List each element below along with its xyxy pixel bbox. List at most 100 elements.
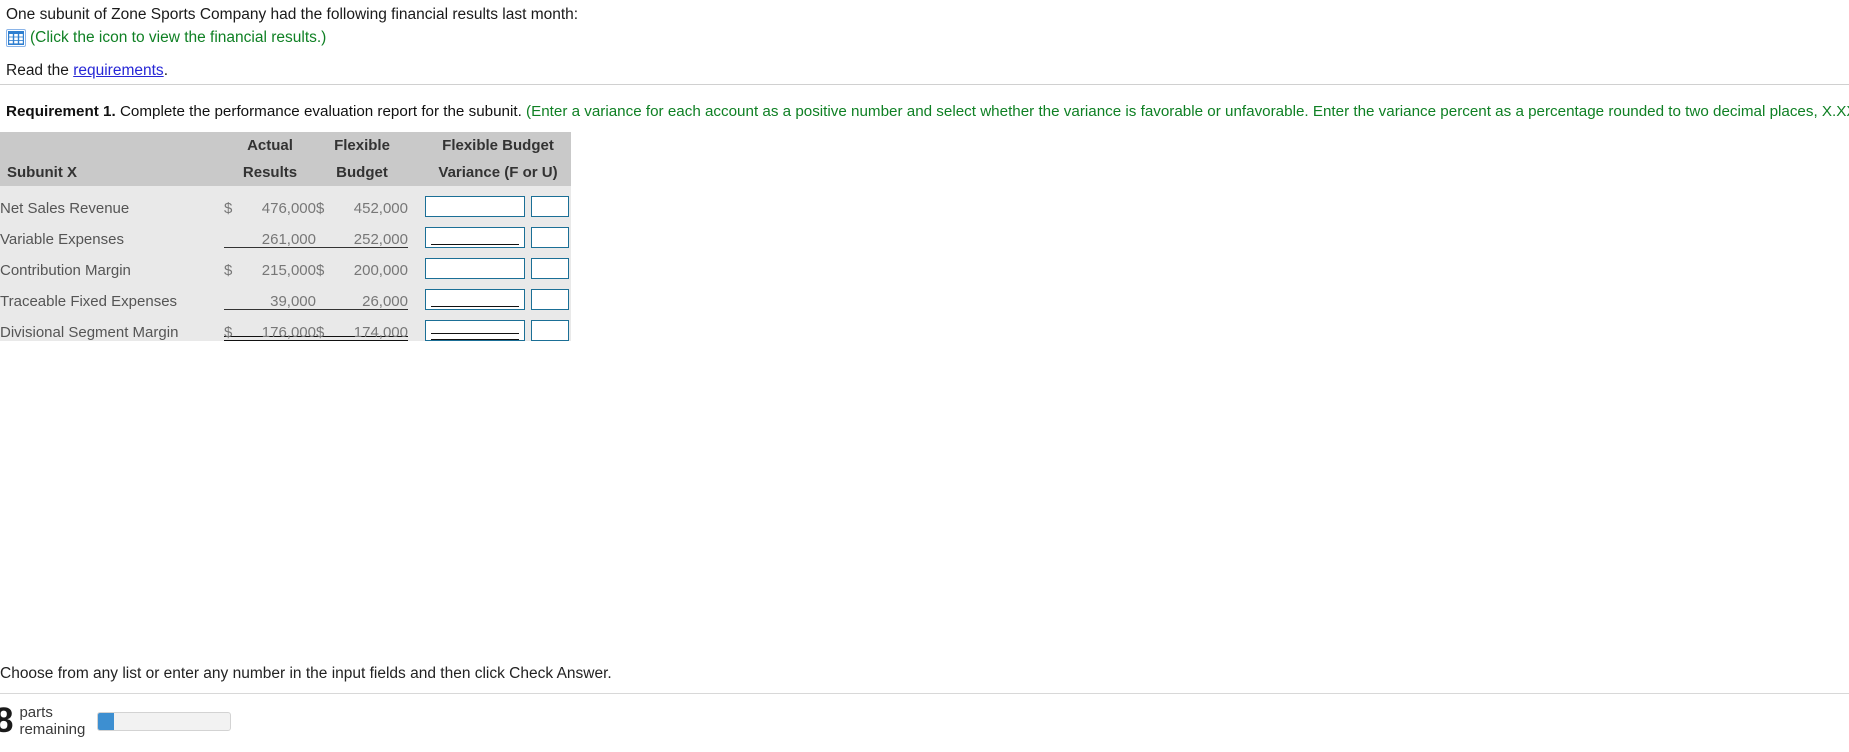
fu-select-cell [531,186,571,217]
variance-input-holder [425,289,525,310]
row-label: Net Sales Revenue [0,186,224,217]
progress-bar-track [97,711,232,731]
variance-input-holder [425,258,525,279]
requirement-statement: Complete the performance evaluation repo… [115,103,527,120]
variance-input-cell [425,248,525,279]
variance-input-holder [425,320,525,341]
spreadsheet-grid-icon[interactable] [6,29,26,47]
header-variance-top: Flexible Budget [425,132,571,159]
intro-block: One subunit of Zone Sports Company had t… [0,0,1849,81]
requirement-hint: (Enter a variance for each account as a … [526,103,1849,120]
flexible-budget-value: 452,000 [338,186,408,217]
header-blank-topleft [0,132,224,159]
budget-currency-symbol: $ [316,310,338,341]
bottom-toolbar: 8 parts remaining Clear All Check Answer [0,694,1849,752]
variance-amount-input[interactable] [425,258,525,279]
requirements-link[interactable]: requirements [73,62,163,79]
icon-instruction-text: (Click the icon to view the financial re… [30,29,327,46]
header-row-top: Actual Flexible Flexible Budget [0,132,571,159]
top-divider [0,84,1849,85]
budget-currency-symbol [316,217,338,248]
table-row: Contribution Margin $215,000 $200,000 [0,248,571,279]
actual-currency-symbol [224,279,246,310]
header-gap-top [408,132,425,159]
variance-input-cell [425,186,525,217]
actual-results-value: 176,000 [246,310,316,341]
favorable-unfavorable-input[interactable] [531,289,569,310]
table-row: Divisional Segment Margin $176,000 $174,00… [0,310,571,341]
column-spacer [408,279,425,310]
row-label: Variable Expenses [0,217,224,248]
column-spacer [408,310,425,341]
budget-currency-symbol [316,279,338,310]
header-actual-top: Actual [224,132,316,159]
parts-remaining-label: parts remaining [19,704,85,738]
header-results: Results [224,159,316,186]
favorable-unfavorable-input[interactable] [531,196,569,217]
row-label: Traceable Fixed Expenses [0,279,224,310]
read-prefix: Read the [6,62,74,79]
variance-amount-input[interactable] [425,196,525,217]
requirement-label: Requirement 1. [6,103,116,120]
performance-report-table-wrapper: Actual Flexible Flexible Budget Subunit … [0,132,571,341]
row-label: Divisional Segment Margin [0,310,224,341]
column-spacer [408,217,425,248]
actual-currency-symbol: $ [224,248,246,279]
progress-bar-fill [98,712,115,730]
table-head: Actual Flexible Flexible Budget Subunit … [0,132,571,186]
read-suffix: . [163,62,168,79]
favorable-unfavorable-input[interactable] [531,258,569,279]
actual-currency-symbol: $ [224,310,246,341]
header-gap-bottom [408,159,425,186]
table-body: Net Sales Revenue $476,000 $452,000 Variabl… [0,186,571,341]
favorable-unfavorable-input[interactable] [531,320,569,341]
row-label: Contribution Margin [0,248,224,279]
header-variance-fu: Variance (F or U) [425,159,571,186]
actual-currency-symbol: $ [224,186,246,217]
read-requirements-line: Read the requirements. [0,60,1849,81]
fu-select-cell [531,248,571,279]
page-root: One subunit of Zone Sports Company had t… [0,0,1849,752]
header-flexible-top: Flexible [316,132,408,159]
flexible-budget-value: 26,000 [338,279,408,310]
table-row: Traceable Fixed Expenses 39,000 26,000 [0,279,571,310]
total-double-rule [431,333,519,340]
performance-evaluation-table: Actual Flexible Flexible Budget Subunit … [0,132,571,341]
actual-results-value: 215,000 [246,248,316,279]
table-row: Net Sales Revenue $476,000 $452,000 [0,186,571,217]
footer-instruction: Choose from any list or enter any number… [0,665,612,682]
flexible-budget-value: 174,000 [338,310,408,341]
actual-results-value: 261,000 [246,217,316,248]
variance-input-cell [425,217,525,248]
table-row: Variable Expenses 261,000 252,000 [0,217,571,248]
variance-input-cell [425,279,525,310]
actual-results-value: 476,000 [246,186,316,217]
column-spacer [408,248,425,279]
financial-results-icon-row: (Click the icon to view the financial re… [0,27,1849,49]
fu-select-cell [531,310,571,341]
header-row-bottom: Subunit X Results Budget Variance (F or … [0,159,571,186]
variance-input-holder [425,227,525,248]
flexible-budget-value: 252,000 [338,217,408,248]
header-budget: Budget [316,159,408,186]
variance-input-cell [425,310,525,341]
intro-sentence: One subunit of Zone Sports Company had t… [6,6,579,23]
header-subunit-label: Subunit X [0,159,224,186]
actual-results-value: 39,000 [246,279,316,310]
subtotal-rule [431,244,519,245]
parts-word-line1: parts [19,704,53,721]
requirement-line: Requirement 1. Complete the performance … [6,103,1849,121]
variance-input-holder [425,196,525,217]
fu-select-cell [531,217,571,248]
parts-remaining-count: 8 [0,701,13,740]
favorable-unfavorable-input[interactable] [531,227,569,248]
parts-word-line2: remaining [19,721,86,738]
column-spacer [408,186,425,217]
budget-currency-symbol: $ [316,248,338,279]
subtotal-rule [431,306,519,307]
actual-currency-symbol [224,217,246,248]
parts-remaining-group: 8 parts remaining [0,701,232,740]
flexible-budget-value: 200,000 [338,248,408,279]
budget-currency-symbol: $ [316,186,338,217]
fu-select-cell [531,279,571,310]
